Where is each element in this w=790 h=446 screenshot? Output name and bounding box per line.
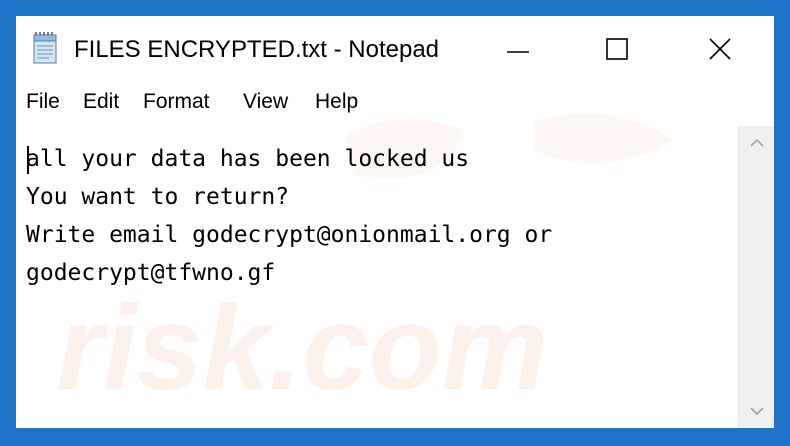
text-line: Write email godecrypt@onionmail.org or	[26, 222, 553, 248]
text-line: godecrypt@tfwno.gf	[26, 260, 276, 286]
text-line: You want to return?	[26, 184, 290, 210]
menu-view[interactable]: View	[243, 90, 288, 114]
window-title: FILES ENCRYPTED.txt - Notepad	[74, 36, 440, 63]
minimize-button[interactable]	[494, 28, 542, 72]
text-editor[interactable]: all your data has been locked us You wan…	[16, 126, 738, 428]
close-icon	[709, 38, 731, 60]
text-line: all your data has been locked us	[26, 146, 470, 172]
menu-edit[interactable]: Edit	[83, 90, 119, 114]
maximize-icon	[606, 38, 628, 60]
chevron-down-icon	[750, 407, 764, 416]
scroll-up-button[interactable]	[739, 126, 775, 160]
close-button[interactable]	[696, 28, 744, 72]
minimize-icon	[507, 51, 529, 53]
notepad-icon	[33, 32, 57, 64]
menu-file[interactable]: File	[26, 90, 60, 114]
menu-bar: File Edit Format View Help	[16, 90, 774, 120]
vertical-scrollbar[interactable]	[738, 126, 774, 428]
title-bar[interactable]: FILES ENCRYPTED.txt - Notepad	[16, 16, 774, 86]
text-caret	[27, 146, 29, 174]
scroll-down-button[interactable]	[739, 394, 775, 428]
menu-format[interactable]: Format	[143, 90, 210, 114]
menu-help[interactable]: Help	[315, 90, 358, 114]
notepad-window: risk.com FILES ENCRYPTED.txt - Notepad F…	[15, 15, 775, 429]
maximize-button[interactable]	[593, 28, 641, 72]
chevron-up-icon	[750, 138, 764, 147]
